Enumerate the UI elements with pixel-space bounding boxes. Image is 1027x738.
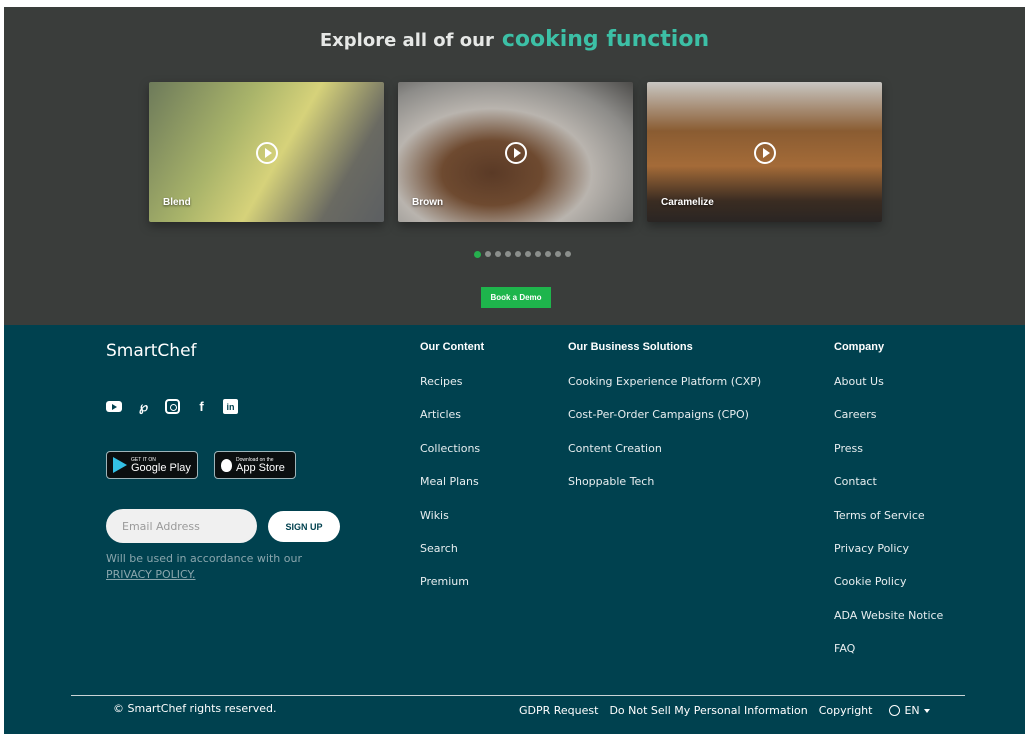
language-code: EN — [904, 704, 920, 717]
footer-link[interactable]: Search — [420, 542, 484, 575]
footer-divider — [71, 695, 965, 696]
carousel-dot[interactable] — [515, 251, 521, 257]
sign-up-button[interactable]: SIGN UP — [268, 511, 340, 542]
chevron-down-icon — [923, 708, 930, 713]
footer-link[interactable]: Shoppable Tech — [568, 475, 761, 508]
globe-icon — [889, 705, 901, 716]
footer-link[interactable]: ADA Website Notice — [834, 609, 943, 642]
linkedin-icon[interactable]: in — [223, 399, 238, 414]
section-title: Explore all of our cooking function — [4, 27, 1025, 52]
store-big-text: Google Play — [131, 461, 191, 474]
footer-link[interactable]: Articles — [420, 408, 484, 441]
footer-link[interactable]: Cost-Per-Order Campaigns (CPO) — [568, 408, 761, 441]
footer-link[interactable]: Recipes — [420, 375, 484, 408]
play-icon[interactable] — [753, 142, 776, 164]
store-big-text: App Store — [236, 461, 285, 474]
brand-logo[interactable]: SmartChef — [106, 341, 197, 361]
footer-column-company: Company About Us Careers Press Contact Terms… — [834, 341, 943, 676]
video-card-caramelize[interactable]: Caramelize — [647, 82, 882, 222]
pinterest-icon[interactable]: ℘ — [136, 399, 151, 414]
footer-link[interactable]: Meal Plans — [420, 475, 484, 508]
carousel-dot[interactable] — [485, 251, 491, 257]
google-play-badge[interactable]: GET IT ON Google Play — [106, 451, 198, 479]
footer-column-business: Our Business Solutions Cooking Experienc… — [568, 341, 761, 509]
title-prefix: Explore all of our — [319, 30, 494, 51]
apple-icon — [221, 458, 232, 472]
card-label: Blend — [163, 197, 191, 208]
carousel-dot[interactable] — [535, 251, 541, 257]
carousel-dot[interactable] — [495, 251, 501, 257]
privacy-policy-link[interactable]: PRIVACY POLICY. — [106, 567, 302, 583]
social-links: ℘ f in — [106, 399, 238, 414]
carousel-dot[interactable] — [525, 251, 531, 257]
video-card-brown[interactable]: Brown — [398, 82, 633, 222]
footer-link[interactable]: Cooking Experience Platform (CXP) — [568, 375, 761, 408]
google-play-icon — [113, 457, 127, 473]
language-selector[interactable]: EN — [889, 704, 930, 717]
column-heading: Our Content — [420, 341, 485, 353]
carousel-dot[interactable] — [505, 251, 511, 257]
privacy-note: Will be used in accordance with our PRIV… — [106, 551, 302, 583]
facebook-icon[interactable]: f — [194, 399, 209, 414]
column-heading: Company — [834, 341, 885, 353]
column-links: Cooking Experience Platform (CXP) Cost-Pe… — [568, 375, 761, 509]
footer-column-content: Our Content Recipes Articles Collections Me… — [420, 341, 484, 609]
footer-link[interactable]: Collections — [420, 442, 484, 475]
footer-link[interactable]: Terms of Service — [834, 509, 943, 542]
book-demo-button[interactable]: Book a Demo — [481, 287, 551, 308]
footer-link[interactable]: FAQ — [834, 642, 943, 675]
card-label: Brown — [412, 197, 444, 208]
carousel-dot[interactable] — [565, 251, 571, 257]
privacy-note-text: Will be used in accordance with our — [106, 552, 302, 565]
footer-link[interactable]: Wikis — [420, 509, 484, 542]
footer-link[interactable]: Contact — [834, 475, 943, 508]
play-icon[interactable] — [504, 142, 527, 164]
cooking-functions-section: Explore all of our cooking function Blend… — [4, 7, 1025, 325]
footer-link[interactable]: Premium — [420, 575, 484, 608]
title-accent: cooking function — [501, 27, 710, 52]
card-label: Caramelize — [661, 197, 714, 208]
column-links: About Us Careers Press Contact Terms of Serv… — [834, 375, 943, 676]
copyright-text: © SmartChef rights reserved. — [113, 702, 277, 715]
instagram-icon[interactable] — [165, 399, 180, 414]
carousel-dot[interactable] — [545, 251, 551, 257]
play-icon[interactable] — [255, 142, 278, 164]
email-field[interactable] — [106, 509, 257, 543]
video-card-blend[interactable]: Blend — [149, 82, 384, 222]
footer-link[interactable]: Content Creation — [568, 442, 761, 475]
page-frame: Explore all of our cooking function Blend… — [4, 7, 1025, 734]
column-links: Recipes Articles Collections Meal Plans Wiki… — [420, 375, 484, 609]
youtube-icon[interactable] — [106, 401, 122, 412]
carousel-dot[interactable] — [555, 251, 561, 257]
footer-link[interactable]: Press — [834, 442, 943, 475]
footer-link[interactable]: About Us — [834, 375, 943, 408]
gdpr-request-link[interactable]: GDPR Request — [519, 704, 598, 717]
copyright-link[interactable]: Copyright — [819, 704, 873, 717]
footer-link[interactable]: Privacy Policy — [834, 542, 943, 575]
app-store-badge[interactable]: Download on the App Store — [214, 451, 296, 479]
column-heading: Our Business Solutions — [568, 341, 693, 353]
legal-links: GDPR Request Do Not Sell My Personal Inf… — [519, 704, 930, 717]
do-not-sell-link[interactable]: Do Not Sell My Personal Information — [609, 704, 807, 717]
carousel-dot[interactable] — [474, 251, 481, 258]
site-footer: SmartChef ℘ f in GET IT ON Google Play D… — [4, 325, 1025, 734]
footer-link[interactable]: Cookie Policy — [834, 575, 943, 608]
footer-link[interactable]: Careers — [834, 408, 943, 441]
carousel-dots — [474, 251, 571, 258]
